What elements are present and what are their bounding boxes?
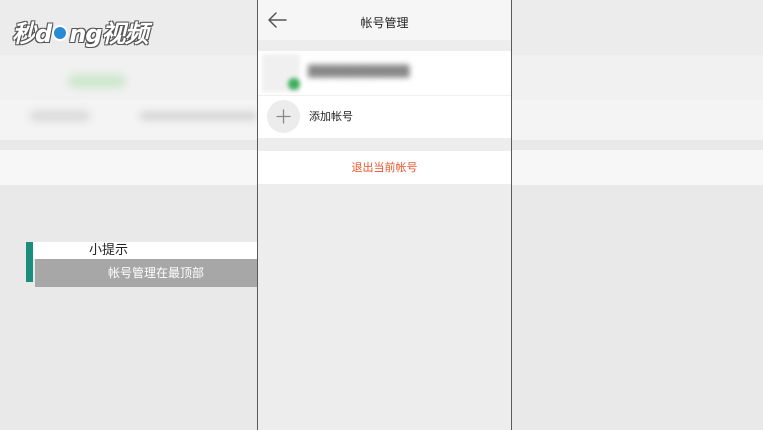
tip-accent-bar	[26, 242, 33, 282]
add-account-label: 添加帐号	[309, 110, 353, 123]
navigation-bar: 帐号管理	[258, 0, 511, 40]
current-account-row[interactable]: ████████████	[258, 51, 511, 95]
logout-button[interactable]: 退出当前帐号	[258, 151, 511, 184]
page-title: 帐号管理	[360, 16, 409, 30]
tip-title-box: 小提示	[33, 242, 259, 259]
tip-body-box: 帐号管理在最顶部	[35, 259, 277, 287]
background-left: 秒d ng视频	[0, 0, 257, 430]
bg-band	[0, 150, 257, 185]
bg-band	[512, 150, 763, 185]
add-circle	[267, 100, 300, 133]
tip-body: 帐号管理在最顶部	[107, 266, 204, 280]
bg-band	[512, 100, 763, 140]
phone-screen: 帐号管理 ████████████ 添加帐号 退出当前帐号	[257, 0, 512, 430]
bg-band	[512, 0, 763, 55]
blurred-shape	[68, 74, 126, 88]
watermark-logo: 秒d ng视频	[12, 20, 148, 48]
background-right	[512, 0, 763, 430]
bg-band	[0, 55, 257, 100]
bg-band	[512, 55, 763, 100]
tip-title: 小提示	[89, 243, 129, 258]
add-account-button[interactable]: 添加帐号	[258, 96, 511, 138]
active-indicator	[288, 78, 300, 90]
plus-icon	[276, 109, 291, 124]
blurred-shape	[140, 112, 257, 120]
tip-overlay: 小提示 帐号管理在最顶部	[26, 242, 282, 288]
account-name-redacted: ████████████	[308, 65, 410, 78]
avatar	[262, 54, 300, 92]
blurred-shape	[30, 110, 90, 122]
play-icon	[52, 25, 69, 41]
